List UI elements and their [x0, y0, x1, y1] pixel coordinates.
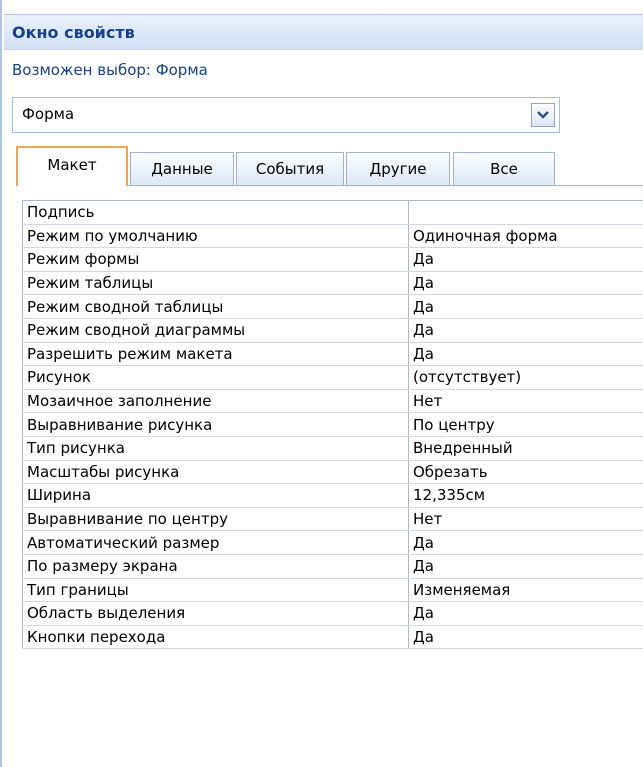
property-value[interactable]: Внедренный: [408, 436, 643, 461]
property-name: Тип границы: [22, 578, 409, 603]
property-value[interactable]: Обрезать: [408, 460, 643, 485]
property-name: Режим по умолчанию: [22, 224, 409, 249]
property-value[interactable]: (отсутствует): [408, 365, 643, 390]
property-row[interactable]: Кнопки перехода Да: [22, 625, 643, 650]
property-value[interactable]: Да: [408, 271, 643, 296]
property-name: Мозаичное заполнение: [22, 389, 409, 414]
property-row[interactable]: Рисунок (отсутствует): [22, 365, 643, 390]
property-name: По размеру экрана: [22, 554, 409, 579]
property-name: Ширина: [22, 483, 409, 508]
property-row[interactable]: Разрешить режим макета Да: [22, 342, 643, 367]
property-value[interactable]: Да: [408, 342, 643, 367]
property-value[interactable]: По центру: [408, 412, 643, 437]
selection-type-row: Возможен выбор: Форма: [4, 50, 643, 90]
property-value[interactable]: Да: [408, 625, 643, 650]
property-row[interactable]: Мозаичное заполнение Нет: [22, 389, 643, 414]
property-sheet-title: Окно свойств: [12, 23, 135, 42]
property-name: Выравнивание рисунка: [22, 412, 409, 437]
property-row[interactable]: Выравнивание рисунка По центру: [22, 412, 643, 437]
property-value[interactable]: Да: [408, 601, 643, 626]
property-row[interactable]: Режим формы Да: [22, 247, 643, 272]
tab-all[interactable]: Все: [453, 152, 555, 185]
property-name: Тип рисунка: [22, 436, 409, 461]
property-value[interactable]: Да: [408, 318, 643, 343]
property-row[interactable]: Подпись: [22, 200, 643, 225]
property-row[interactable]: Режим сводной диаграммы Да: [22, 318, 643, 343]
property-value[interactable]: Нет: [408, 389, 643, 414]
property-value[interactable]: Нет: [408, 507, 643, 532]
property-row[interactable]: Масштабы рисунка Обрезать: [22, 460, 643, 485]
property-value[interactable]: Да: [408, 554, 643, 579]
property-name: Режим сводной диаграммы: [22, 318, 409, 343]
object-selector-dropdown[interactable]: Форма: [12, 97, 560, 133]
property-name: Кнопки перехода: [22, 625, 409, 650]
property-row[interactable]: Режим сводной таблицы Да: [22, 294, 643, 319]
tab-layout[interactable]: Макет: [16, 146, 128, 186]
property-grid: Подпись Режим по умолчанию Одиночная форм…: [22, 200, 643, 650]
property-name: Режим сводной таблицы: [22, 294, 409, 319]
chevron-down-icon: [537, 111, 549, 119]
property-name: Выравнивание по центру: [22, 507, 409, 532]
property-value[interactable]: Да: [408, 294, 643, 319]
property-value[interactable]: Да: [408, 530, 643, 555]
property-sheet-window: Окно свойств Возможен выбор: Форма Форма…: [0, 0, 643, 767]
property-name: Подпись: [22, 200, 409, 225]
property-name: Область выделения: [22, 601, 409, 626]
property-row[interactable]: Режим по умолчанию Одиночная форма: [22, 224, 643, 249]
property-value[interactable]: Одиночная форма: [408, 224, 643, 249]
property-name: Рисунок: [22, 365, 409, 390]
selection-type-label: Возможен выбор: Форма: [12, 61, 208, 79]
property-row[interactable]: Режим таблицы Да: [22, 271, 643, 296]
property-value[interactable]: Да: [408, 247, 643, 272]
property-row[interactable]: Тип рисунка Внедренный: [22, 436, 643, 461]
property-name: Режим формы: [22, 247, 409, 272]
tab-data[interactable]: Данные: [130, 152, 234, 185]
tab-other[interactable]: Другие: [346, 152, 450, 185]
property-value[interactable]: [408, 200, 643, 225]
property-tabs: Макет Данные События Другие Все: [16, 146, 643, 186]
property-name: Автоматический размер: [22, 530, 409, 555]
property-row[interactable]: Ширина 12,335см: [22, 483, 643, 508]
dropdown-button[interactable]: [531, 103, 555, 127]
property-name: Режим таблицы: [22, 271, 409, 296]
object-selector-value: Форма: [22, 105, 75, 123]
property-row[interactable]: По размеру экрана Да: [22, 554, 643, 579]
property-row[interactable]: Автоматический размер Да: [22, 530, 643, 555]
property-row[interactable]: Тип границы Изменяемая: [22, 578, 643, 603]
property-row[interactable]: Область выделения Да: [22, 601, 643, 626]
tab-events[interactable]: События: [236, 152, 344, 185]
property-name: Разрешить режим макета: [22, 342, 409, 367]
property-row[interactable]: Выравнивание по центру Нет: [22, 507, 643, 532]
property-sheet-header: Окно свойств: [4, 14, 643, 50]
property-value[interactable]: Изменяемая: [408, 578, 643, 603]
property-value[interactable]: 12,335см: [408, 483, 643, 508]
property-grid-panel: Подпись Режим по умолчанию Одиночная форм…: [16, 186, 643, 767]
property-name: Масштабы рисунка: [22, 460, 409, 485]
